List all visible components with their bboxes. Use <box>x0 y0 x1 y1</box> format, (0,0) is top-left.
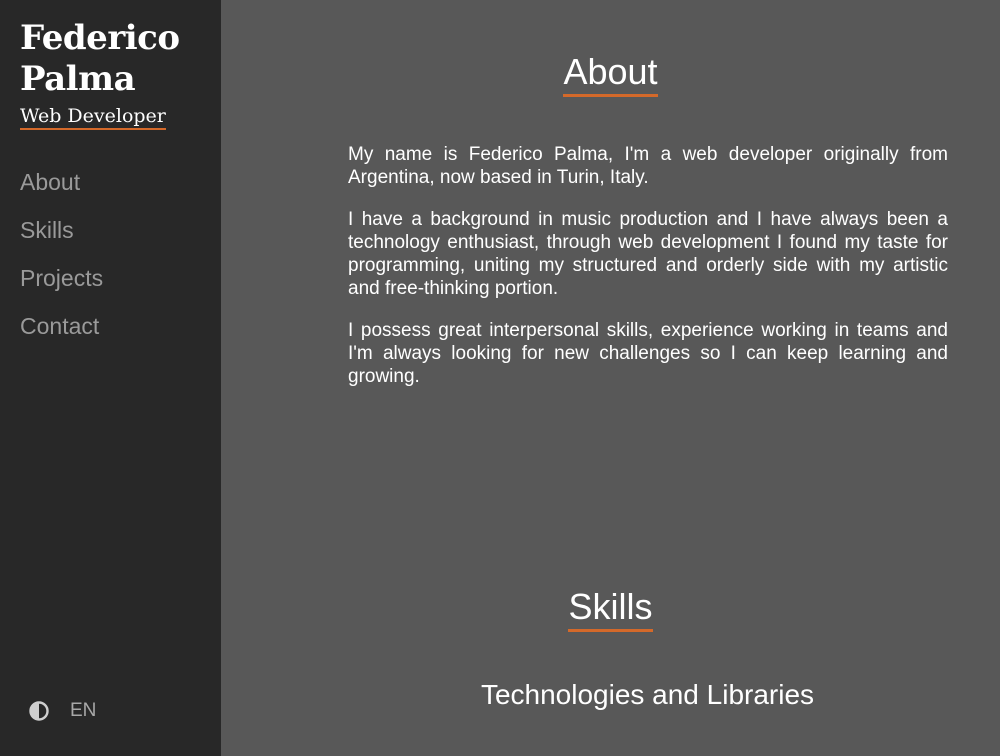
brand-name: Federico Palma <box>20 18 180 99</box>
about-paragraph: My name is Federico Palma, I'm a web dev… <box>348 144 948 188</box>
about-title-text: About <box>563 52 658 97</box>
nav-item-projects[interactable]: Projects <box>20 262 103 310</box>
contrast-icon[interactable] <box>28 700 50 722</box>
skills-subtitle: Technologies and Libraries <box>480 679 815 710</box>
about-text: My name is Federico Palma, I'm a web dev… <box>348 143 948 407</box>
brand-role: Web Developer <box>20 105 166 130</box>
about-paragraph: I have a background in music production … <box>348 209 948 299</box>
nav-item-about[interactable]: About <box>20 166 103 214</box>
sidebar-footer: EN <box>28 700 96 722</box>
skills-title: Skills <box>221 587 1000 632</box>
nav-item-contact[interactable]: Contact <box>20 310 103 358</box>
about-paragraph: I possess great interpersonal skills, ex… <box>348 320 948 387</box>
skills-title-text: Skills <box>568 587 653 632</box>
sidebar: Federico Palma Web Developer About Skill… <box>0 0 221 756</box>
main-content: About My name is Federico Palma, I'm a w… <box>221 0 1000 756</box>
nav-item-skills[interactable]: Skills <box>20 214 103 262</box>
sidebar-nav: About Skills Projects Contact <box>20 166 103 358</box>
language-toggle[interactable]: EN <box>70 700 96 722</box>
about-title: About <box>221 52 1000 97</box>
